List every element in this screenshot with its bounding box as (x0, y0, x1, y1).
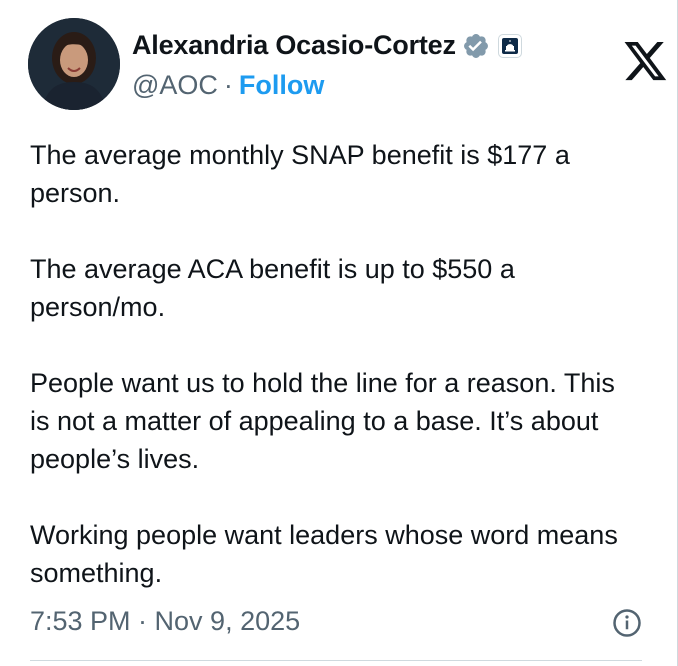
user-handle[interactable]: @AOC (132, 70, 218, 100)
tweet-paragraph: People want us to hold the line for a re… (30, 368, 615, 474)
avatar-photo (28, 18, 120, 110)
display-name[interactable]: Alexandria Ocasio-Cortez (132, 30, 456, 61)
tweet-paragraph: The average ACA benefit is up to $550 a … (30, 254, 515, 322)
tweet-footer: 7:53 PM · Nov 9, 2025 (30, 604, 642, 644)
tweet-body: The average monthly SNAP benefit is $177… (30, 136, 640, 592)
separator-dot: · (223, 70, 233, 100)
footer-divider (30, 660, 642, 661)
follow-button[interactable]: Follow (239, 70, 324, 100)
handle-row: @AOC · Follow (132, 70, 324, 101)
capitol-affiliation-icon[interactable] (497, 33, 522, 58)
tweet-paragraph: Working people want leaders whose word m… (30, 520, 618, 588)
timestamp-link[interactable]: 7:53 PM · Nov 9, 2025 (30, 606, 300, 637)
verified-badge-icon[interactable] (462, 32, 490, 60)
info-icon[interactable] (612, 608, 642, 638)
capitol-icon (501, 37, 518, 54)
name-row: Alexandria Ocasio-Cortez (132, 30, 522, 61)
tweet-header: Alexandria Ocasio-Cortez @AOC · Follow (28, 18, 668, 114)
avatar[interactable] (28, 18, 120, 110)
tweet-paragraph: The average monthly SNAP benefit is $177… (30, 140, 570, 208)
tweet-card: Alexandria Ocasio-Cortez @AOC · Follow T… (0, 0, 678, 666)
x-logo-icon[interactable] (624, 42, 668, 82)
